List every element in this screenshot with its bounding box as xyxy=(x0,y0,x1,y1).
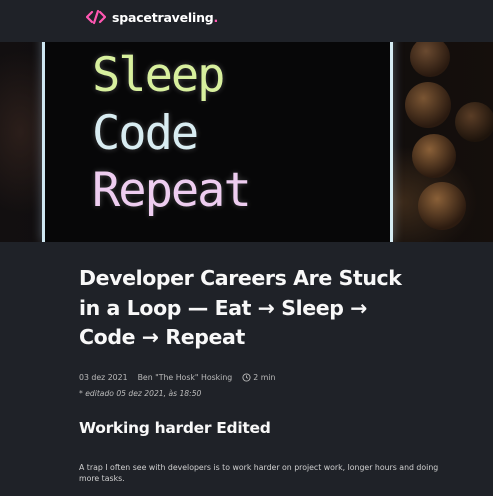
reading-time-text: 2 min xyxy=(253,372,276,382)
banner-bead xyxy=(412,134,456,178)
logo-wordmark: spacetraveling xyxy=(112,9,214,25)
post-banner-image: Sleep Code Repeat xyxy=(0,42,493,242)
banner-word-repeat: Repeat xyxy=(92,163,252,218)
banner-bead xyxy=(410,42,450,77)
post-author: Ben "The Hosk" Hosking xyxy=(137,372,233,382)
logo-text: spacetraveling. xyxy=(112,10,218,25)
clock-icon xyxy=(242,372,251,382)
banner-word-sleep: Sleep xyxy=(92,48,225,103)
banner-bead xyxy=(418,182,466,230)
banner-word-code: Code xyxy=(92,106,199,161)
top-bar: spacetraveling. xyxy=(0,0,493,42)
section-heading: Working harder Edited xyxy=(79,419,271,437)
post-paragraph: A trap I often see with developers is to… xyxy=(79,463,439,483)
logo-dot: . xyxy=(213,9,219,25)
edited-date: * editado 05 dez 2021, às 18:50 xyxy=(79,389,202,398)
code-brackets-icon xyxy=(86,9,106,25)
banner-bead xyxy=(405,82,451,128)
post-meta: 03 dez 2021 Ben "The Hosk" Hosking 2 min xyxy=(79,371,275,383)
reading-time: 2 min xyxy=(242,373,275,382)
home-logo-link[interactable]: spacetraveling. xyxy=(86,9,218,25)
post-date: 03 dez 2021 xyxy=(79,372,128,382)
post-title: Developer Careers Are Stuck in a Loop — … xyxy=(79,266,402,349)
banner-bead xyxy=(455,102,493,142)
